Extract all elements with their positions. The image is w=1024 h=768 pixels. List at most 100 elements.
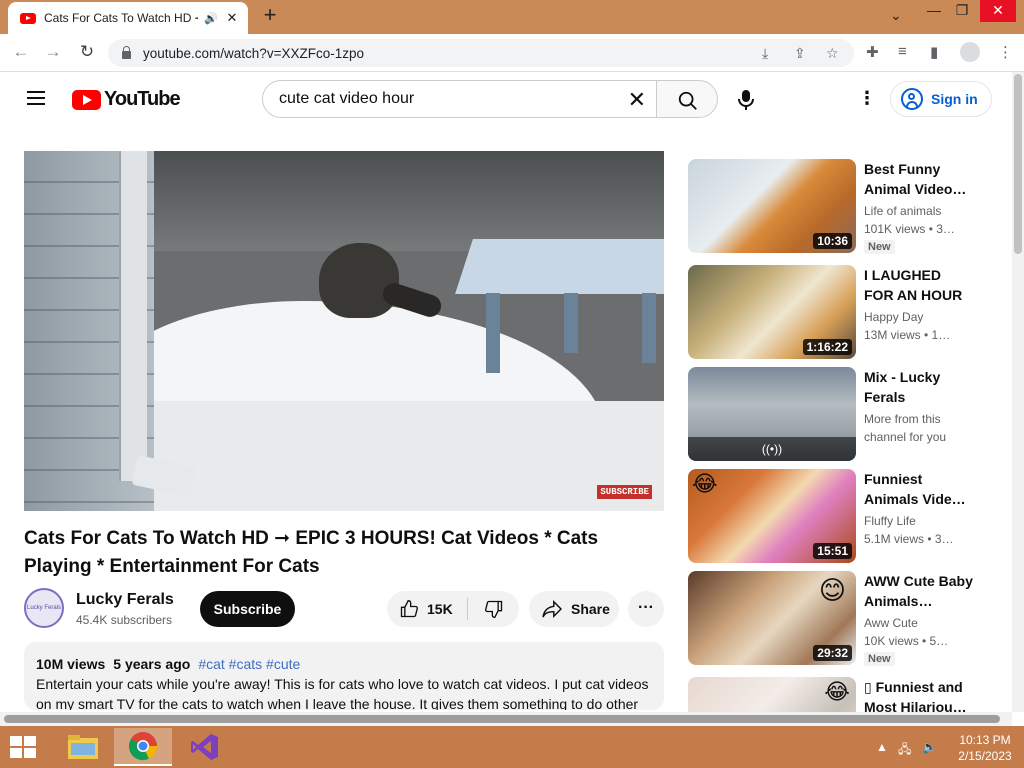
rec-channel[interactable]: Fluffy Life (864, 514, 974, 528)
recommendation-item[interactable]: 😂 ▯ Funniest and Most Hilariou… (688, 677, 988, 712)
reload-icon[interactable]: ↻ (76, 42, 98, 62)
video-thumbnail[interactable]: 😂 (688, 677, 856, 712)
share-arrow-icon (542, 600, 563, 618)
share-button[interactable]: Share (529, 591, 619, 627)
duration-badge: 29:32 (813, 645, 852, 661)
search-input[interactable] (279, 90, 609, 108)
vertical-scroll-thumb[interactable] (1014, 74, 1022, 254)
new-badge: New (864, 652, 895, 666)
volume-icon[interactable]: 🔈 (922, 740, 937, 754)
profile-avatar-icon[interactable] (960, 42, 980, 62)
rec-views: 13M views • 1… (864, 328, 951, 342)
lock-icon (122, 46, 131, 59)
like-button[interactable]: 15K (387, 591, 467, 627)
new-badge: New (864, 240, 895, 254)
settings-more-icon[interactable]: ⋮ (858, 88, 876, 109)
like-count: 15K (427, 601, 453, 617)
video-table-leg (486, 293, 500, 373)
youtube-logo[interactable]: YouTube (72, 88, 181, 111)
description-meta: 10M views 5 years ago #cat #cats #cute (36, 654, 652, 674)
recommendation-item[interactable]: 😂 15:51 Funniest Animals Vide… Fluffy Li… (688, 469, 988, 564)
subscribe-watermark[interactable]: SUBSCRIBE (597, 485, 652, 499)
clear-search-icon[interactable]: ✕ (628, 87, 646, 113)
clock-date: 2/15/2023 (958, 749, 1012, 763)
hashtags[interactable]: #cat #cats #cute (198, 656, 300, 672)
video-table-leg (642, 293, 656, 363)
description-box[interactable]: 10M views 5 years ago #cat #cats #cute Ent… (24, 642, 664, 710)
vertical-scrollbar[interactable] (1012, 72, 1024, 712)
tab-search-chevron-icon[interactable]: ⌄ (890, 7, 902, 24)
video-player[interactable]: SUBSCRIBE (24, 151, 664, 511)
rec-channel[interactable]: Life of animals (864, 204, 974, 218)
video-title: Cats For Cats To Watch HD ➞ EPIC 3 HOURS… (24, 528, 599, 577)
windows-start-icon[interactable] (10, 736, 38, 760)
channel-avatar[interactable]: Lucky Ferals (24, 588, 64, 628)
rec-title[interactable]: AWW Cute Baby Animals… (864, 571, 974, 611)
account-circle-icon (901, 88, 923, 110)
tray-expand-icon[interactable]: ▲ (876, 740, 888, 754)
rec-title[interactable]: I LAUGHED FOR AN HOUR😹… (864, 265, 974, 305)
back-arrow-icon[interactable]: ← (10, 42, 32, 62)
mix-thumbnail[interactable]: ((•)) (688, 367, 856, 461)
rec-channel[interactable]: Happy Day (864, 310, 974, 324)
rec-title[interactable]: Best Funny Animal Video… (864, 159, 974, 199)
chrome-icon[interactable] (114, 728, 172, 766)
video-thumbnail[interactable]: 10:36 (688, 159, 856, 253)
file-explorer-icon[interactable] (54, 728, 112, 766)
sign-in-button[interactable]: Sign in (890, 81, 992, 117)
recommendation-item[interactable]: 1:16:22 I LAUGHED FOR AN HOUR😹… Happy Da… (688, 265, 988, 360)
rec-channel: More from this (864, 412, 941, 426)
description-text: Entertain your cats while you're away! T… (36, 676, 649, 710)
subscribe-button[interactable]: Subscribe (200, 591, 295, 627)
video-thumbnail[interactable]: 1:16:22 (688, 265, 856, 359)
view-count: 10M views (36, 656, 106, 672)
bookmark-star-icon[interactable]: ☆ (826, 45, 839, 62)
browser-menu-icon[interactable]: ⋮ (998, 43, 1013, 61)
like-separator (467, 598, 468, 620)
rec-channel[interactable]: Aww Cute (864, 616, 974, 630)
visual-studio-icon[interactable] (176, 728, 234, 766)
address-bar[interactable]: youtube.com/watch?v=XXZFco-1zpo ⤓ ⇪ ☆ (108, 39, 854, 67)
restore-button[interactable]: ❐ (944, 0, 980, 22)
speaker-icon[interactable]: 🔊 (204, 12, 218, 25)
side-panel-icon[interactable]: ▮ (930, 43, 938, 61)
hamburger-menu-icon[interactable] (27, 91, 45, 105)
rec-title[interactable]: Mix - Lucky Ferals (864, 367, 974, 407)
rec-title[interactable]: Funniest Animals Vide… (864, 469, 974, 509)
subscriber-count: 45.4K subscribers (76, 613, 173, 627)
network-icon[interactable]: 🖧 (898, 740, 911, 761)
search-button[interactable] (656, 80, 718, 118)
media-control-icon[interactable]: ≡ (898, 43, 907, 60)
system-clock[interactable]: 10:13 PM 2/15/2023 (950, 732, 1020, 764)
tab-close-icon[interactable]: ✕ (224, 10, 240, 26)
browser-tab-active[interactable]: Cats For Cats To Watch HD ➞ 🔊 ✕ (8, 2, 248, 34)
share-label: Share (571, 601, 610, 617)
rec-views: 101K views • 3… (864, 222, 955, 236)
new-tab-button[interactable]: + (258, 4, 282, 28)
channel-name[interactable]: Lucky Ferals (76, 591, 174, 609)
tab-title: Cats For Cats To Watch HD ➞ (44, 11, 199, 25)
recommendation-item[interactable]: 😊 29:32 AWW Cute Baby Animals… Aww Cute … (688, 571, 988, 666)
window-close-button[interactable]: ✕ (980, 0, 1016, 22)
video-background (154, 151, 664, 251)
recommendation-item[interactable]: 10:36 Best Funny Animal Video… Life of a… (688, 159, 988, 254)
extensions-puzzle-icon[interactable]: ✚ (866, 43, 879, 61)
smiling-emoji-icon: 😊 (818, 575, 846, 605)
horizontal-scroll-thumb[interactable] (4, 715, 1000, 723)
rec-title[interactable]: ▯ Funniest and Most Hilariou… (864, 677, 974, 712)
dislike-button[interactable] (469, 591, 519, 627)
horizontal-scrollbar[interactable] (0, 712, 1012, 726)
microphone-icon[interactable] (736, 89, 756, 116)
more-actions-button[interactable]: ··· (628, 591, 664, 627)
laughing-emoji-icon: 😂 (692, 471, 718, 496)
share-page-icon[interactable]: ⇪ (794, 45, 806, 62)
sign-in-label: Sign in (931, 91, 978, 107)
video-downspout (119, 151, 147, 481)
forward-arrow-icon[interactable]: → (42, 42, 64, 62)
video-thumbnail[interactable]: 😊 29:32 (688, 571, 856, 665)
like-dislike-group: 15K (387, 591, 519, 627)
install-icon[interactable]: ⤓ (762, 45, 768, 62)
video-thumbnail[interactable]: 😂 15:51 (688, 469, 856, 563)
url-text[interactable]: youtube.com/watch?v=XXZFco-1zpo (143, 46, 364, 61)
recommendation-item[interactable]: ((•)) Mix - Lucky Ferals More from this … (688, 367, 988, 462)
